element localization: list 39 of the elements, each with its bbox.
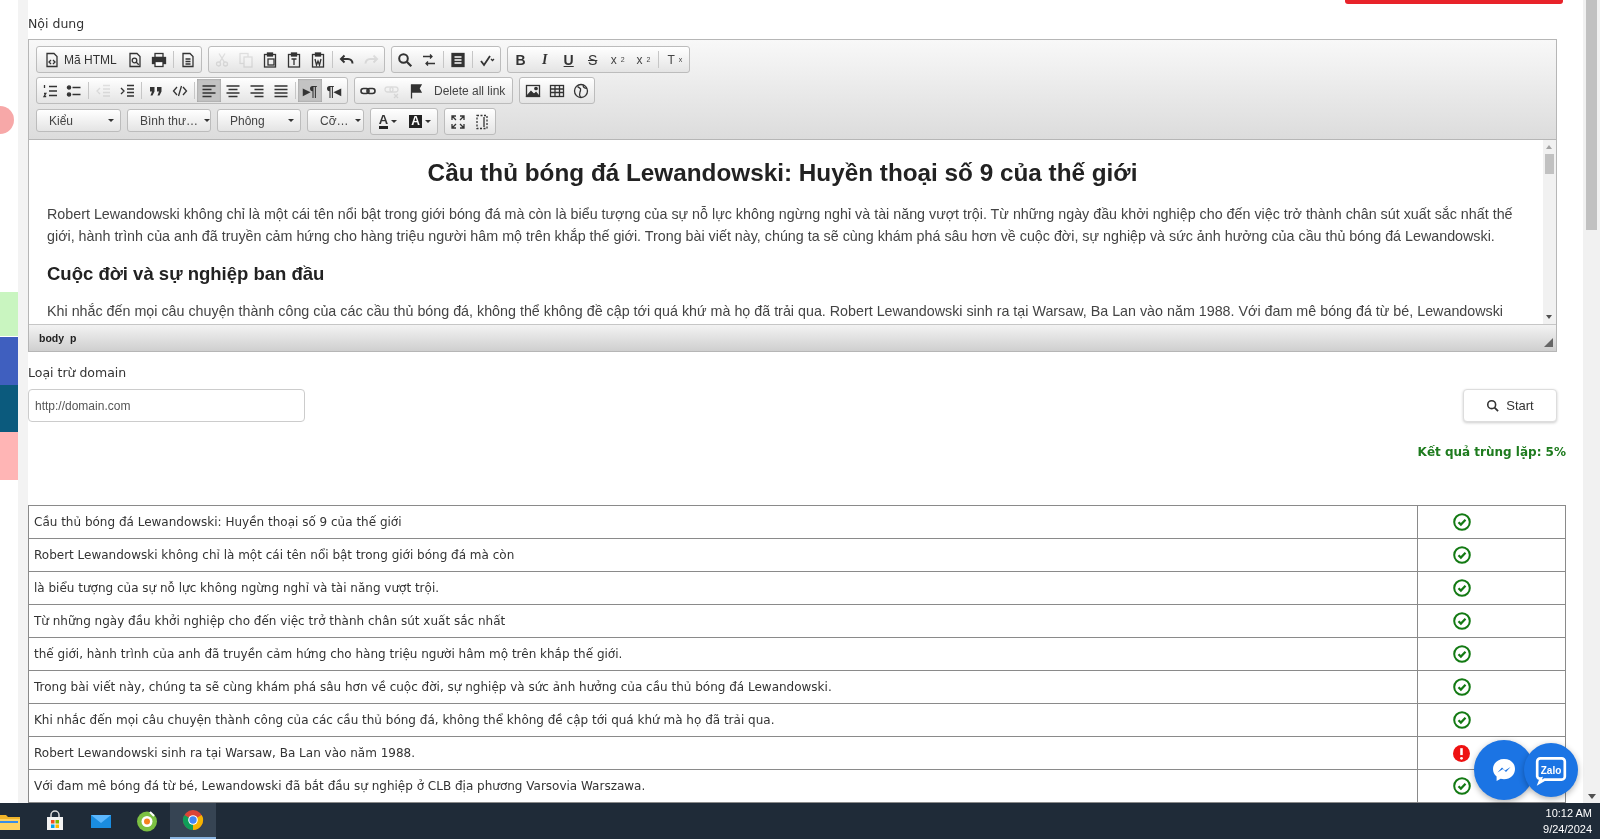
toolbar-button[interactable]: x$^{2}$ [630, 48, 657, 72]
article-title: Cầu thủ bóng đá Lewandowski: Huyền thoại số 9 của thế giới [426, 159, 1139, 188]
toolbar-button[interactable]: B [508, 48, 533, 72]
paragraph: Khi nhắc đến mọi câu chuyện thành công của các cầu thủ bóng đá, không thể không đề cập tới quá khứ mà họ đã trải qua. Robert Lewandowski sinh ra tại Warsaw, Ba Lan vào năm 1988. Với đam mê bóng đá từ bé, Lewandowski [47, 302, 1505, 322]
toolbar-button[interactable]: U [556, 48, 581, 72]
table-cell: Trong bài viết này, chúng ta sẽ cùng khám phá sâu hơn về cuộc đời, sự nghiệp và sức ảnh hưởng của cầu thủ bóng đá Lewandowski. [28, 670, 1418, 704]
toolbar-button[interactable]: I [532, 48, 557, 72]
toolbar-button[interactable]: Mã HTML [38, 48, 123, 72]
start-button[interactable]: Start [1463, 389, 1557, 422]
element-path-link[interactable]: body [39, 332, 65, 345]
element-path-link[interactable]: p [70, 332, 77, 345]
logo-text: Zalo [1540, 764, 1562, 776]
toolbar-button[interactable]: ¶◂ [322, 79, 346, 103]
clock-time: 10:12 AM [1544, 806, 1592, 821]
toolbar-button[interactable]: A [372, 110, 404, 134]
table-cell: Robert Lewandowski sinh ra tại Warsaw, Ba Lan vào năm 1988. [28, 736, 1418, 770]
dropdown[interactable]: Phông [217, 109, 301, 133]
toolbar-button[interactable]: ▸¶ [298, 79, 322, 103]
table-cell: Khi nhắc đến mọi câu chuyện thành công của các cầu thủ bóng đá, không thể không đề cập tới quá khứ mà họ đã trải qua. [28, 703, 1418, 737]
table-cell: Robert Lewandowski không chỉ là một cái tên nổi bật trong giới bóng đá mà còn [28, 538, 1418, 572]
field-label: Loại trừ domain [28, 365, 128, 383]
table-cell: Với đam mê bóng đá từ bé, Lewandowski đã bắt đầu sự nghiệp ở CLB địa phương Varsovia Warszawa. [28, 769, 1418, 803]
dropdown[interactable]: Kiểu [36, 109, 121, 133]
table-cell: là biểu tượng của sự nỗ lực không ngừng nghỉ và tài năng vượt trội. [28, 571, 1418, 605]
clock-date: 9/24/2024 [1543, 822, 1592, 837]
toolbar-button[interactable]: S [580, 48, 605, 72]
table-cell: Cầu thủ bóng đá Lewandowski: Huyền thoại số 9 của thế giới [28, 505, 1418, 539]
input-field[interactable]: http://domain.com [28, 389, 305, 422]
dropdown[interactable]: Cỡ… [307, 109, 364, 133]
field-label: Nội dung [28, 16, 86, 33]
toolbar-button[interactable]: Delete all link [428, 79, 512, 103]
result-text: Kết quả trùng lặp: 5% [1417, 445, 1566, 459]
table-cell: thế giới, hành trình của anh đã truyền cảm hứng cho hàng triệu người hâm mộ trên khắp thế giới. [28, 637, 1418, 671]
chat-button[interactable]: Zalo [1524, 743, 1578, 797]
toolbar-button[interactable]: A [404, 110, 436, 134]
table-cell: Từ những ngày đầu khởi nghiệp cho đến việc trở thành chân sút xuất sắc nhất [28, 604, 1418, 638]
paragraph: Robert Lewandowski không chỉ là một cái tên nổi bật trong giới bóng đá mà còn là biểu tượng của sự nỗ lực không ngừng nghỉ và tài năng vượt trội. Từ những ngày đầu khởi nghiệp cho đến việc trở thành chân sút xuất sắc nhất thế giới, hành trình của anh đã truyền cảm hứng cho hàng triệu người hâm mộ trên khắp thế giới. Trong bài viết này, chúng ta sẽ cùng khám phá sâu hơn về cuộc đời, sự nghiệp và sức ảnh hưởng của cầu thủ bóng đá Lewandowski. [47, 205, 1514, 247]
section-heading: Cuộc đời và sự nghiệp ban đầu [47, 263, 326, 286]
dropdown[interactable]: Bình thư… [127, 109, 211, 133]
